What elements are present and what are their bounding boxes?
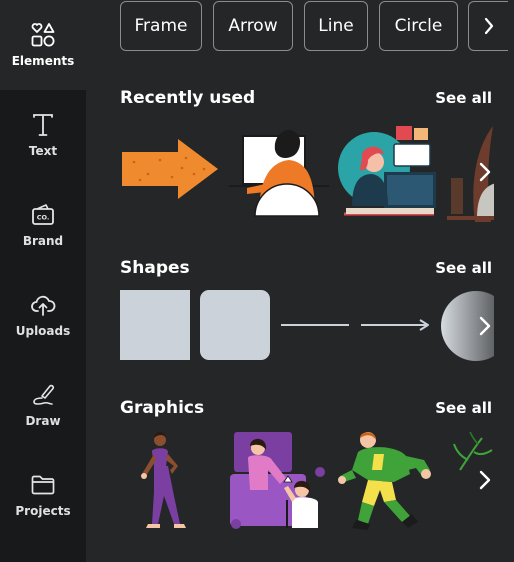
line-graphic (281, 324, 349, 326)
rail-item-text[interactable]: Text (0, 90, 86, 180)
chip-arrow[interactable]: Arrow (213, 1, 293, 51)
chevron-right-icon (484, 17, 493, 35)
see-all-graphics[interactable]: See all (435, 399, 492, 417)
graphics-scroll-right-button[interactable] (468, 440, 502, 520)
chevron-right-icon (479, 470, 491, 490)
side-rail: Elements Text CO. Brand Uploads Draw Pro… (0, 0, 86, 562)
chip-line[interactable]: Line (304, 1, 368, 51)
shape-chips-row: Frame Arrow Line Circle (120, 0, 514, 52)
recent-item-orange-arrow[interactable] (120, 122, 220, 222)
section-title-graphics: Graphics (120, 398, 205, 418)
elements-icon (31, 23, 55, 47)
text-icon (33, 114, 53, 136)
shape-line[interactable] (280, 290, 350, 360)
rail-item-projects[interactable]: Projects (0, 450, 86, 540)
section-title-shapes: Shapes (120, 258, 190, 278)
rail-label-text: Text (28, 144, 58, 158)
rail-item-elements[interactable]: Elements (0, 0, 86, 90)
section-title-recently-used: Recently used (120, 88, 256, 108)
graphic-item-football-player[interactable] (338, 430, 438, 530)
chip-frame[interactable]: Frame (120, 1, 202, 51)
see-all-shapes[interactable]: See all (435, 259, 492, 277)
shapes-scroll-right-button[interactable] (468, 286, 502, 366)
woman-at-desk-graphic (338, 126, 436, 216)
arrow-line-graphic (361, 319, 429, 331)
brand-badge-text: CO. (37, 214, 50, 222)
graphics-row (120, 430, 494, 530)
football-player-graphic (338, 432, 431, 530)
brand-icon: CO. (32, 204, 54, 225)
elements-panel: Frame Arrow Line Circle Recently used Se… (86, 0, 514, 562)
uploads-icon (31, 295, 56, 316)
rail-item-uploads[interactable]: Uploads (0, 270, 86, 360)
rail-item-draw[interactable]: Draw (0, 360, 86, 450)
chevron-right-icon (479, 316, 491, 336)
graphic-item-dancing-woman[interactable] (120, 430, 210, 530)
rail-label-projects: Projects (15, 504, 71, 518)
shapes-row (120, 290, 494, 362)
shape-square[interactable] (120, 290, 190, 360)
couple-toast-graphic (230, 432, 325, 529)
recent-item-person-at-computer[interactable] (229, 122, 329, 222)
rail-item-brand[interactable]: CO. Brand (0, 180, 86, 270)
chip-circle[interactable]: Circle (379, 1, 458, 51)
person-at-computer-graphic (229, 130, 329, 217)
chips-scroll-right-button[interactable] (468, 1, 508, 51)
graphic-item-couple-toast[interactable] (228, 430, 328, 530)
rail-label-uploads: Uploads (15, 324, 71, 338)
recently-used-row (120, 122, 494, 222)
see-all-recently-used[interactable]: See all (435, 89, 492, 107)
folder-icon (31, 475, 55, 495)
dancing-woman-graphic (141, 432, 186, 528)
rail-label-brand: Brand (22, 234, 64, 248)
rail-label-draw: Draw (25, 414, 61, 428)
recent-item-woman-at-desk[interactable] (338, 122, 438, 222)
shape-rounded-square[interactable] (200, 290, 270, 360)
draw-icon (33, 384, 55, 405)
shape-arrow-line[interactable] (360, 290, 430, 360)
chevron-right-icon (479, 162, 491, 182)
recently-used-scroll-right-button[interactable] (468, 132, 502, 212)
rail-label-elements: Elements (11, 54, 75, 68)
orange-arrow-graphic (122, 139, 218, 199)
